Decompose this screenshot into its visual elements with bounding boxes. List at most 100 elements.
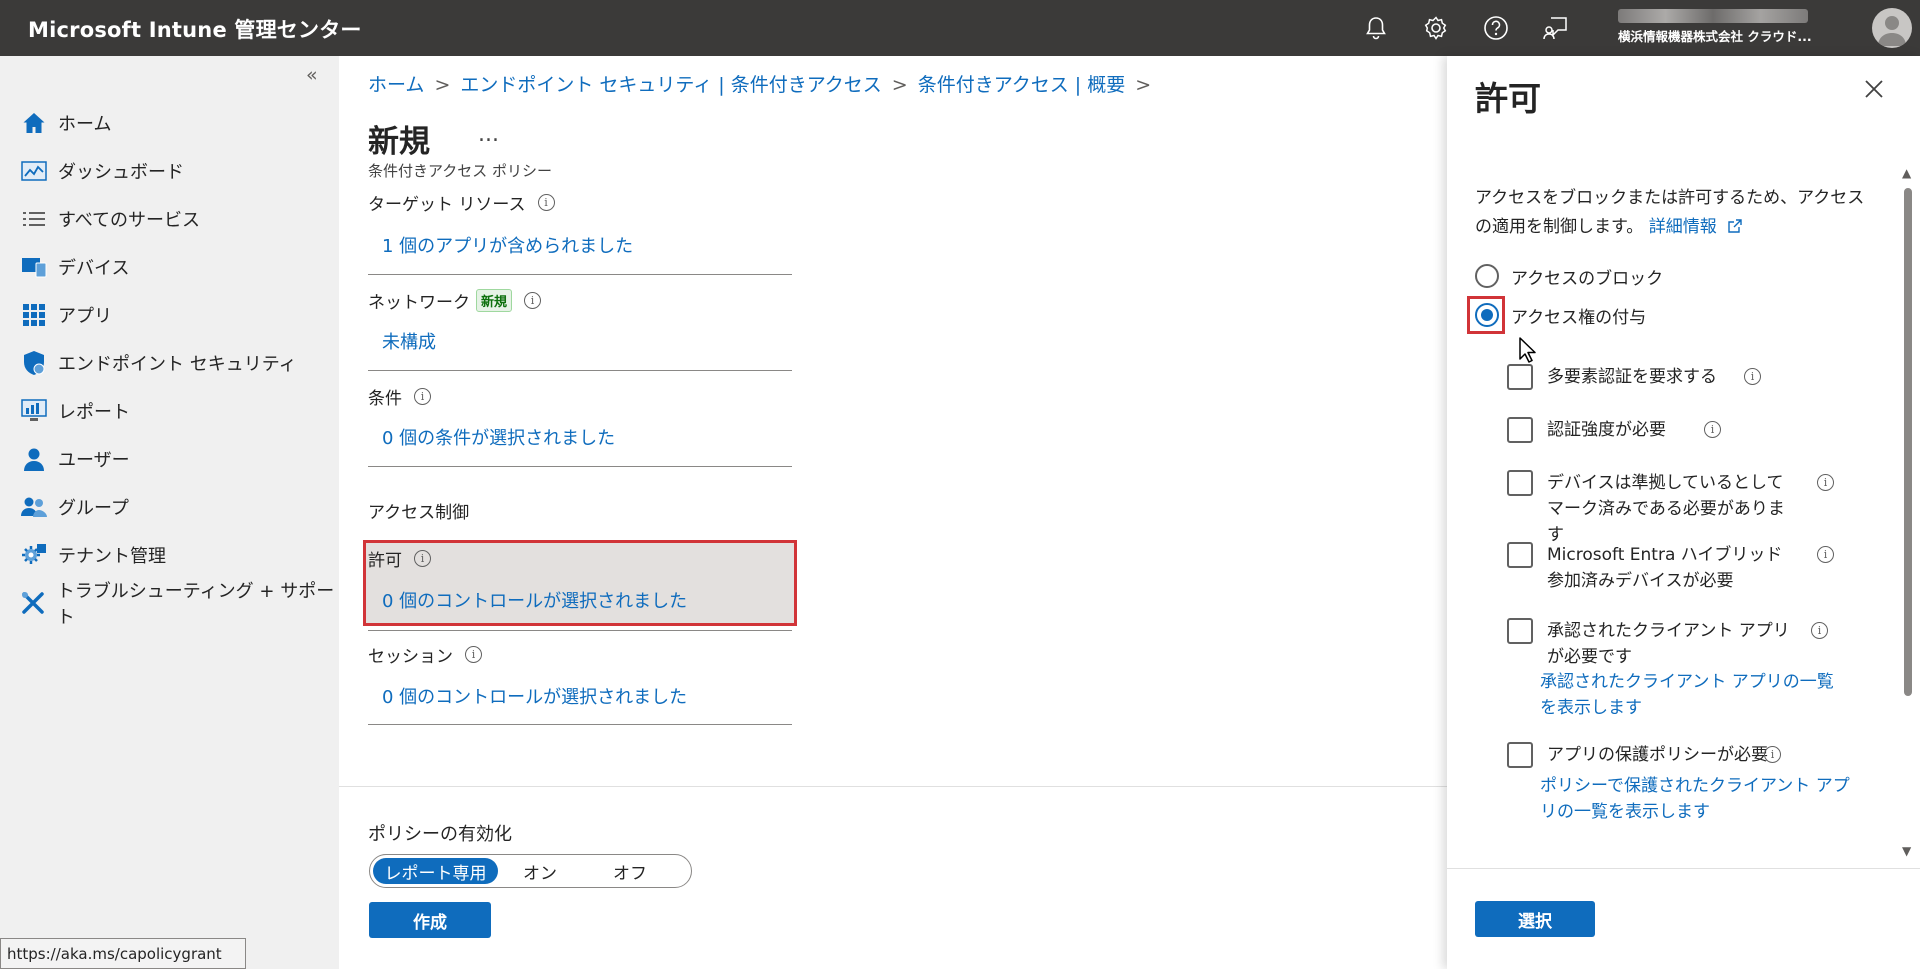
require-hybrid-joined-checkbox-row[interactable]: Microsoft Entra ハイブリッド参加済みデバイスが必要: [1507, 542, 1797, 594]
main-content: ホーム > エンドポイント セキュリティ | 条件付きアクセス > 条件付きアクセス |…: [339, 56, 1447, 969]
close-icon[interactable]: [1859, 74, 1889, 104]
footer-divider: [339, 786, 1447, 787]
scroll-down-arrow[interactable]: ▼: [1902, 844, 1911, 858]
sidebar-item-reports[interactable]: レポート: [20, 396, 130, 426]
create-button[interactable]: 作成: [369, 902, 491, 938]
dashboard-icon: [20, 158, 48, 184]
grant-label: 許可: [368, 551, 402, 571]
sidebar-item-apps[interactable]: アプリ: [20, 300, 112, 330]
panel-description: アクセスをブロックまたは許可するため、アクセスの適用を制御します。 詳細情報: [1475, 184, 1871, 242]
sidebar-item-all-services[interactable]: すべてのサービス: [20, 204, 200, 234]
protected-apps-list-link[interactable]: ポリシーで保護されたクライアント アプリの一覧を表示します: [1540, 773, 1850, 825]
grant-access-radio[interactable]: アクセス権の付与: [1475, 300, 1646, 330]
select-button[interactable]: 選択: [1475, 901, 1595, 937]
sidebar-item-label: グループ: [58, 498, 129, 519]
checkbox[interactable]: [1507, 470, 1533, 496]
feedback-icon[interactable]: [1542, 14, 1570, 42]
conditions-heading: 条件 i: [368, 384, 431, 409]
conditions-link[interactable]: 0 個の条件が選択されました: [382, 424, 615, 450]
target-resources-link[interactable]: 1 個のアプリが含められました: [382, 232, 633, 258]
divider: [368, 466, 792, 467]
info-icon[interactable]: i: [1817, 546, 1834, 563]
network-link[interactable]: 未構成: [382, 328, 436, 354]
sidebar-item-home[interactable]: ホーム: [20, 108, 111, 138]
breadcrumb-endpoint-security[interactable]: エンドポイント セキュリティ | 条件付きアクセス: [460, 74, 881, 96]
breadcrumb: ホーム > エンドポイント セキュリティ | 条件付きアクセス > 条件付きアクセス |…: [368, 70, 1161, 97]
require-mfa-checkbox-row[interactable]: 多要素認証を要求する: [1507, 364, 1827, 390]
report-only-option[interactable]: レポート専用: [373, 858, 498, 884]
sidebar-item-users[interactable]: ユーザー: [20, 444, 130, 474]
info-icon[interactable]: i: [414, 388, 431, 405]
info-icon[interactable]: i: [414, 550, 431, 567]
sidebar-item-label: ホーム: [58, 114, 112, 135]
checkbox[interactable]: [1507, 742, 1533, 768]
help-icon[interactable]: [1482, 14, 1510, 42]
sidebar-item-label: ダッシュボード: [58, 162, 184, 183]
sidebar-item-devices[interactable]: デバイス: [20, 252, 129, 282]
wrench-icon: [20, 590, 47, 616]
notification-bell-icon[interactable]: [1362, 14, 1390, 42]
info-icon[interactable]: i: [1817, 474, 1834, 491]
checkbox[interactable]: [1507, 417, 1533, 443]
new-badge: 新規: [476, 289, 513, 312]
checkbox[interactable]: [1507, 542, 1533, 568]
avatar[interactable]: [1872, 8, 1912, 48]
sidebar-item-label: デバイス: [58, 258, 130, 279]
radio-button-selected[interactable]: [1475, 303, 1499, 327]
sidebar-item-label: トラブルシューティング + サポート: [56, 581, 335, 628]
mouse-cursor-icon: [1518, 336, 1540, 368]
grant-link[interactable]: 0 個のコントロールが選択されました: [382, 587, 687, 613]
radio-button[interactable]: [1475, 264, 1499, 288]
access-controls-heading: アクセス制御: [368, 503, 470, 523]
block-access-radio[interactable]: アクセスのブロック: [1475, 261, 1663, 291]
account-info[interactable]: 横浜情報機器株式会社 クラウド...: [1618, 9, 1858, 45]
checkbox-label: 多要素認証を要求する: [1547, 367, 1717, 387]
divider: [368, 630, 792, 631]
session-link[interactable]: 0 個のコントロールが選択されました: [382, 683, 687, 709]
require-auth-strength-checkbox-row[interactable]: 認証強度が必要: [1507, 417, 1827, 443]
scroll-up-arrow[interactable]: ▲: [1902, 166, 1911, 180]
checkbox-label: Microsoft Entra ハイブリッド参加済みデバイスが必要: [1547, 545, 1783, 591]
info-icon[interactable]: i: [1811, 622, 1828, 639]
page-title: 新規: [368, 124, 430, 160]
info-icon[interactable]: i: [1744, 368, 1761, 385]
top-bar: Microsoft Intune 管理センター 横浜情報機器株式会社 クラウド.…: [0, 0, 1920, 56]
info-icon[interactable]: i: [537, 194, 555, 211]
sidebar-item-dashboard[interactable]: ダッシュボード: [20, 156, 184, 186]
off-option[interactable]: オフ: [600, 858, 660, 884]
enable-policy-label: ポリシーの有効化: [368, 824, 512, 845]
require-compliant-device-checkbox-row[interactable]: デバイスは準拠しているとしてマーク済みである必要があります: [1507, 470, 1797, 548]
sidebar-item-tenant-admin[interactable]: テナント管理: [20, 540, 166, 570]
external-link-icon: [1728, 219, 1742, 233]
learn-more-link[interactable]: 詳細情報: [1649, 217, 1742, 237]
checkbox[interactable]: [1507, 618, 1533, 644]
apps-grid-icon: [20, 302, 48, 328]
panel-title: 許可: [1475, 79, 1541, 118]
checkbox-label: 承認されたクライアント アプリが必要です: [1547, 621, 1790, 667]
app-title[interactable]: Microsoft Intune 管理センター: [28, 14, 362, 44]
approved-apps-list-link[interactable]: 承認されたクライアント アプリの一覧を表示します: [1540, 669, 1840, 721]
sidebar-item-label: すべてのサービス: [58, 210, 201, 231]
breadcrumb-home[interactable]: ホーム: [368, 74, 424, 96]
breadcrumb-ca-overview[interactable]: 条件付きアクセス | 概要: [918, 74, 1126, 96]
info-icon[interactable]: i: [465, 646, 482, 663]
settings-gear-icon[interactable]: [1422, 14, 1450, 42]
radio-label: アクセス権の付与: [1511, 307, 1647, 328]
more-options-button[interactable]: ...: [478, 122, 499, 147]
collapse-sidebar-button[interactable]: «: [306, 64, 318, 86]
target-resources-label: ターゲット リソース: [368, 195, 526, 215]
sidebar-item-groups[interactable]: グループ: [20, 492, 129, 522]
sidebar-item-label: アプリ: [58, 306, 112, 327]
require-approved-app-checkbox-row[interactable]: 承認されたクライアント アプリが必要です: [1507, 618, 1797, 670]
scrollbar-thumb[interactable]: [1904, 188, 1912, 696]
info-icon[interactable]: i: [1704, 421, 1721, 438]
report-icon: [20, 398, 48, 424]
session-label: セッション: [368, 647, 453, 667]
sidebar-item-endpoint-security[interactable]: エンドポイント セキュリティ: [20, 348, 297, 378]
info-icon[interactable]: i: [1764, 746, 1781, 763]
info-icon[interactable]: i: [524, 292, 542, 309]
on-option[interactable]: オン: [510, 858, 570, 884]
sidebar-item-label: ユーザー: [58, 450, 130, 471]
shield-icon: [20, 350, 48, 376]
sidebar-item-troubleshooting[interactable]: トラブルシューティング + サポート: [20, 581, 339, 628]
